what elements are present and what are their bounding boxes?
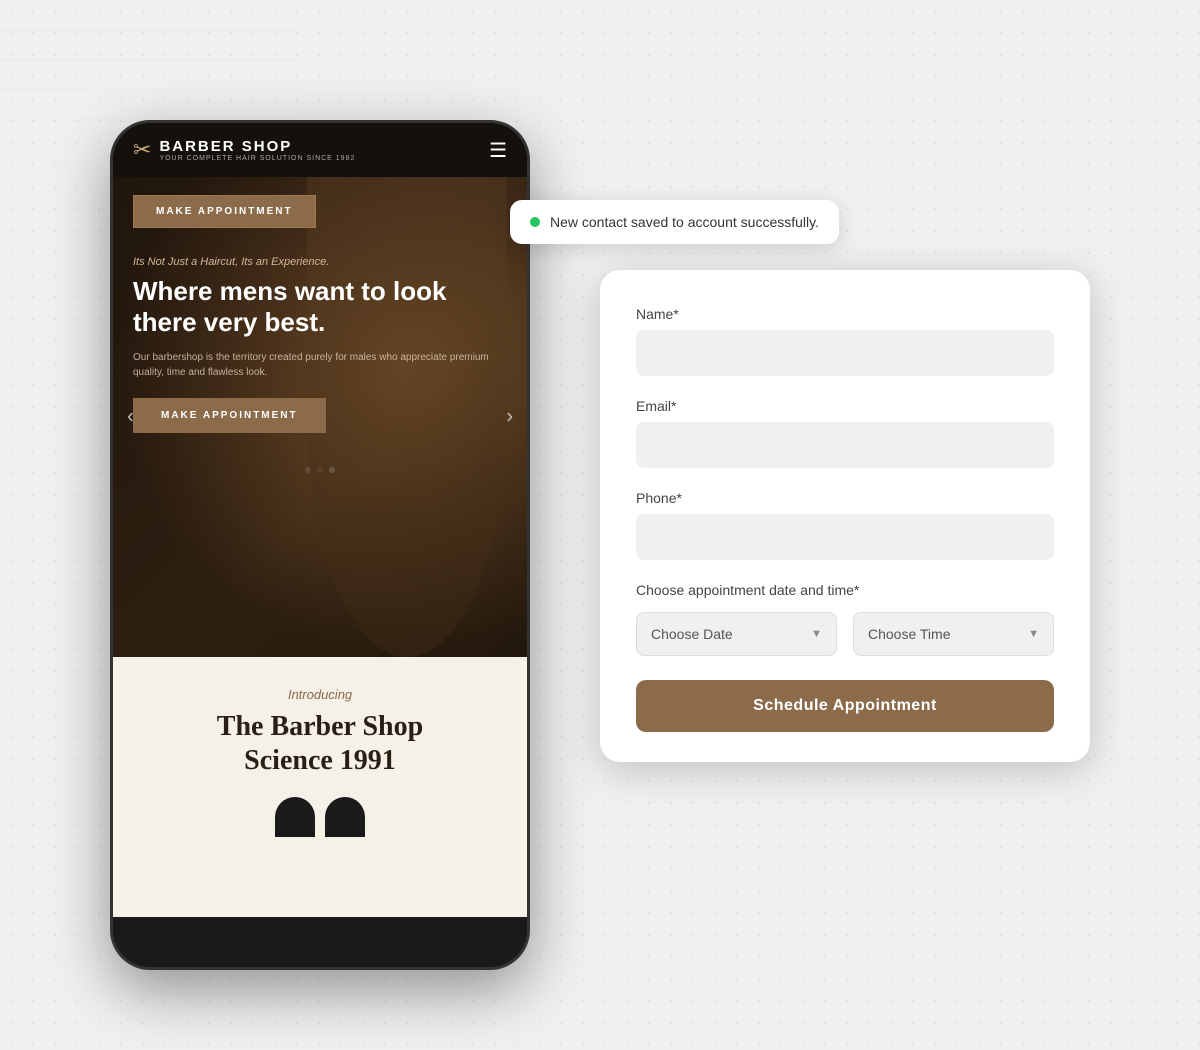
phone-mockup: ✂ BARBER SHOP YOUR COMPLETE HAIR SOLUTIO…	[110, 120, 530, 970]
intro-label: Introducing	[133, 687, 507, 702]
intro-title-line1: The Barber Shop	[217, 711, 423, 742]
phone-navbar: ✂ BARBER SHOP YOUR COMPLETE HAIR SOLUTIO…	[113, 123, 527, 177]
carousel-prev-button[interactable]: ‹	[127, 406, 134, 429]
logo-text: BARBER SHOP YOUR COMPLETE HAIR SOLUTION …	[159, 138, 355, 162]
choose-date-label: Choose Date	[651, 626, 733, 642]
hero-description: Our barbershop is the territory created …	[133, 350, 507, 380]
hamburger-icon[interactable]: ☰	[489, 138, 507, 163]
phone-hero: MAKE APPOINTMENT Its Not Just a Haircut,…	[113, 177, 527, 657]
hero-heading: Where mens want to look there very best.	[133, 276, 507, 338]
datetime-section: Choose appointment date and time* Choose…	[636, 582, 1054, 656]
phone-bottom-section: Introducing The Barber Shop Science 1991	[113, 657, 527, 917]
email-field-group: Email*	[636, 398, 1054, 468]
datetime-row: Choose Date ▼ Choose Time ▼	[636, 612, 1054, 656]
name-input[interactable]	[636, 330, 1054, 376]
datetime-label: Choose appointment date and time*	[636, 582, 1054, 598]
choose-time-arrow-icon: ▼	[1028, 628, 1039, 640]
toast-message: New contact saved to account successfull…	[550, 214, 819, 230]
intro-title-line2: Science 1991	[244, 745, 396, 776]
silhouette-head-1	[275, 797, 315, 837]
name-field-group: Name*	[636, 306, 1054, 376]
appointment-form-panel: Name* Email* Phone* Choose appointment d…	[600, 270, 1090, 762]
make-appointment-top-button[interactable]: MAKE APPOINTMENT	[133, 195, 316, 228]
schedule-appointment-button[interactable]: Schedule Appointment	[636, 680, 1054, 732]
make-appointment-bottom-button[interactable]: MAKE APPOINTMENT	[133, 398, 326, 433]
email-label: Email*	[636, 398, 1054, 414]
brand-tagline: YOUR COMPLETE HAIR SOLUTION SINCE 1982	[159, 155, 355, 162]
toast-success-dot	[530, 217, 540, 227]
hero-tagline: Its Not Just a Haircut, Its an Experienc…	[133, 256, 507, 268]
choose-time-button[interactable]: Choose Time ▼	[853, 612, 1054, 656]
phone-input[interactable]	[636, 514, 1054, 560]
toast-notification: New contact saved to account successfull…	[510, 200, 839, 244]
intro-title: The Barber Shop Science 1991	[133, 710, 507, 777]
phone-label: Phone*	[636, 490, 1054, 506]
name-label: Name*	[636, 306, 1054, 322]
choose-date-arrow-icon: ▼	[811, 628, 822, 640]
choose-time-label: Choose Time	[868, 626, 950, 642]
scissors-icon: ✂	[133, 137, 151, 163]
choose-date-button[interactable]: Choose Date ▼	[636, 612, 837, 656]
phone-logo: ✂ BARBER SHOP YOUR COMPLETE HAIR SOLUTIO…	[133, 137, 355, 163]
hero-content: Its Not Just a Haircut, Its an Experienc…	[113, 246, 527, 453]
brand-title: BARBER SHOP	[159, 138, 355, 155]
carousel-next-button[interactable]: ›	[506, 406, 513, 429]
silhouette-head-2	[325, 797, 365, 837]
silhouette-decoration	[133, 797, 507, 837]
email-input[interactable]	[636, 422, 1054, 468]
phone-field-group: Phone*	[636, 490, 1054, 560]
